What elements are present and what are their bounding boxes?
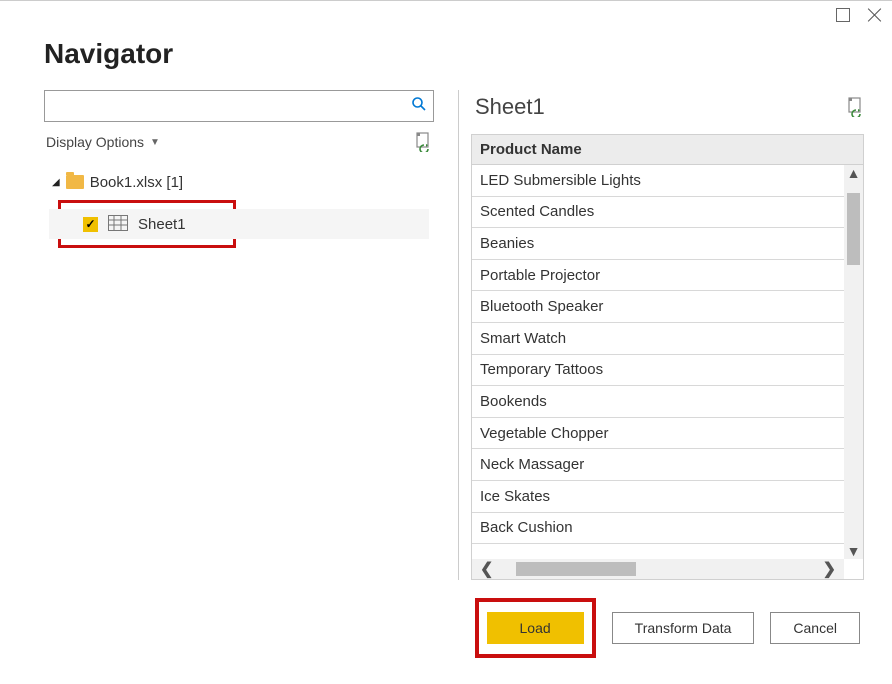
horizontal-scroll-thumb[interactable] — [516, 562, 636, 576]
search-icon[interactable] — [411, 96, 427, 117]
table-row[interactable]: Vegetable Chopper — [472, 418, 863, 450]
table-row[interactable]: Bookends — [472, 386, 863, 418]
expand-triangle-icon[interactable]: ◢ — [52, 177, 60, 188]
annotation-highlight-load: Load — [475, 598, 596, 658]
refresh-icon[interactable] — [414, 132, 432, 152]
table-row[interactable]: Beanies — [472, 228, 863, 260]
horizontal-scrollbar[interactable]: ❮ ❯ — [472, 559, 844, 579]
refresh-preview-icon[interactable] — [846, 97, 864, 117]
table-row[interactable]: Ice Skates — [472, 481, 863, 513]
load-button[interactable]: Load — [487, 612, 584, 644]
vertical-scrollbar[interactable]: ▲ ▼ — [844, 165, 863, 559]
scroll-left-icon[interactable]: ❮ — [480, 559, 493, 579]
cancel-button[interactable]: Cancel — [770, 612, 860, 644]
pane-divider — [458, 90, 459, 580]
table-icon — [108, 215, 128, 234]
checkbox-checked-icon[interactable]: ✓ — [83, 217, 98, 232]
vertical-scroll-thumb[interactable] — [847, 193, 860, 265]
file-name-label: Book1.xlsx [1] — [90, 174, 183, 191]
chevron-down-icon: ▼ — [150, 137, 160, 148]
tree-file-row[interactable]: ◢ Book1.xlsx [1] — [52, 168, 434, 196]
table-row[interactable]: Scented Candles — [472, 197, 863, 229]
table-row[interactable]: Bluetooth Speaker — [472, 291, 863, 323]
table-row[interactable]: Smart Watch — [472, 323, 863, 355]
scroll-right-icon[interactable]: ❯ — [823, 559, 836, 579]
preview-pane: Sheet1 Product Name LED Submersible Ligh… — [471, 90, 864, 580]
search-input-container[interactable] — [44, 90, 434, 122]
display-options-dropdown[interactable]: Display Options ▼ — [46, 134, 160, 150]
sheet-name-label: Sheet1 — [138, 216, 186, 233]
close-icon[interactable] — [868, 8, 882, 22]
search-input[interactable] — [51, 97, 411, 115]
table-row[interactable]: LED Submersible Lights — [472, 165, 863, 197]
dialog-footer: Load Transform Data Cancel — [0, 580, 892, 658]
maximize-icon[interactable] — [836, 8, 850, 22]
display-options-label: Display Options — [46, 134, 144, 150]
page-title: Navigator — [0, 28, 892, 90]
preview-table: Product Name LED Submersible LightsScent… — [471, 134, 864, 580]
table-row[interactable]: Temporary Tattoos — [472, 355, 863, 387]
folder-icon — [66, 175, 84, 189]
preview-title: Sheet1 — [475, 94, 545, 120]
title-bar — [0, 0, 892, 28]
annotation-highlight-sheet: ✓ Sheet1 — [58, 200, 236, 248]
table-row[interactable]: Neck Massager — [472, 449, 863, 481]
column-header[interactable]: Product Name — [472, 135, 863, 165]
scroll-down-icon[interactable]: ▼ — [847, 543, 861, 559]
navigator-tree-pane: Display Options ▼ ◢ Book1.xlsx [1] ✓ — [44, 90, 454, 580]
table-row[interactable]: Portable Projector — [472, 260, 863, 292]
table-row[interactable]: Back Cushion — [472, 513, 863, 545]
tree-sheet-row[interactable]: ✓ Sheet1 — [49, 209, 429, 239]
transform-data-button[interactable]: Transform Data — [612, 612, 755, 644]
scroll-up-icon[interactable]: ▲ — [847, 165, 861, 181]
